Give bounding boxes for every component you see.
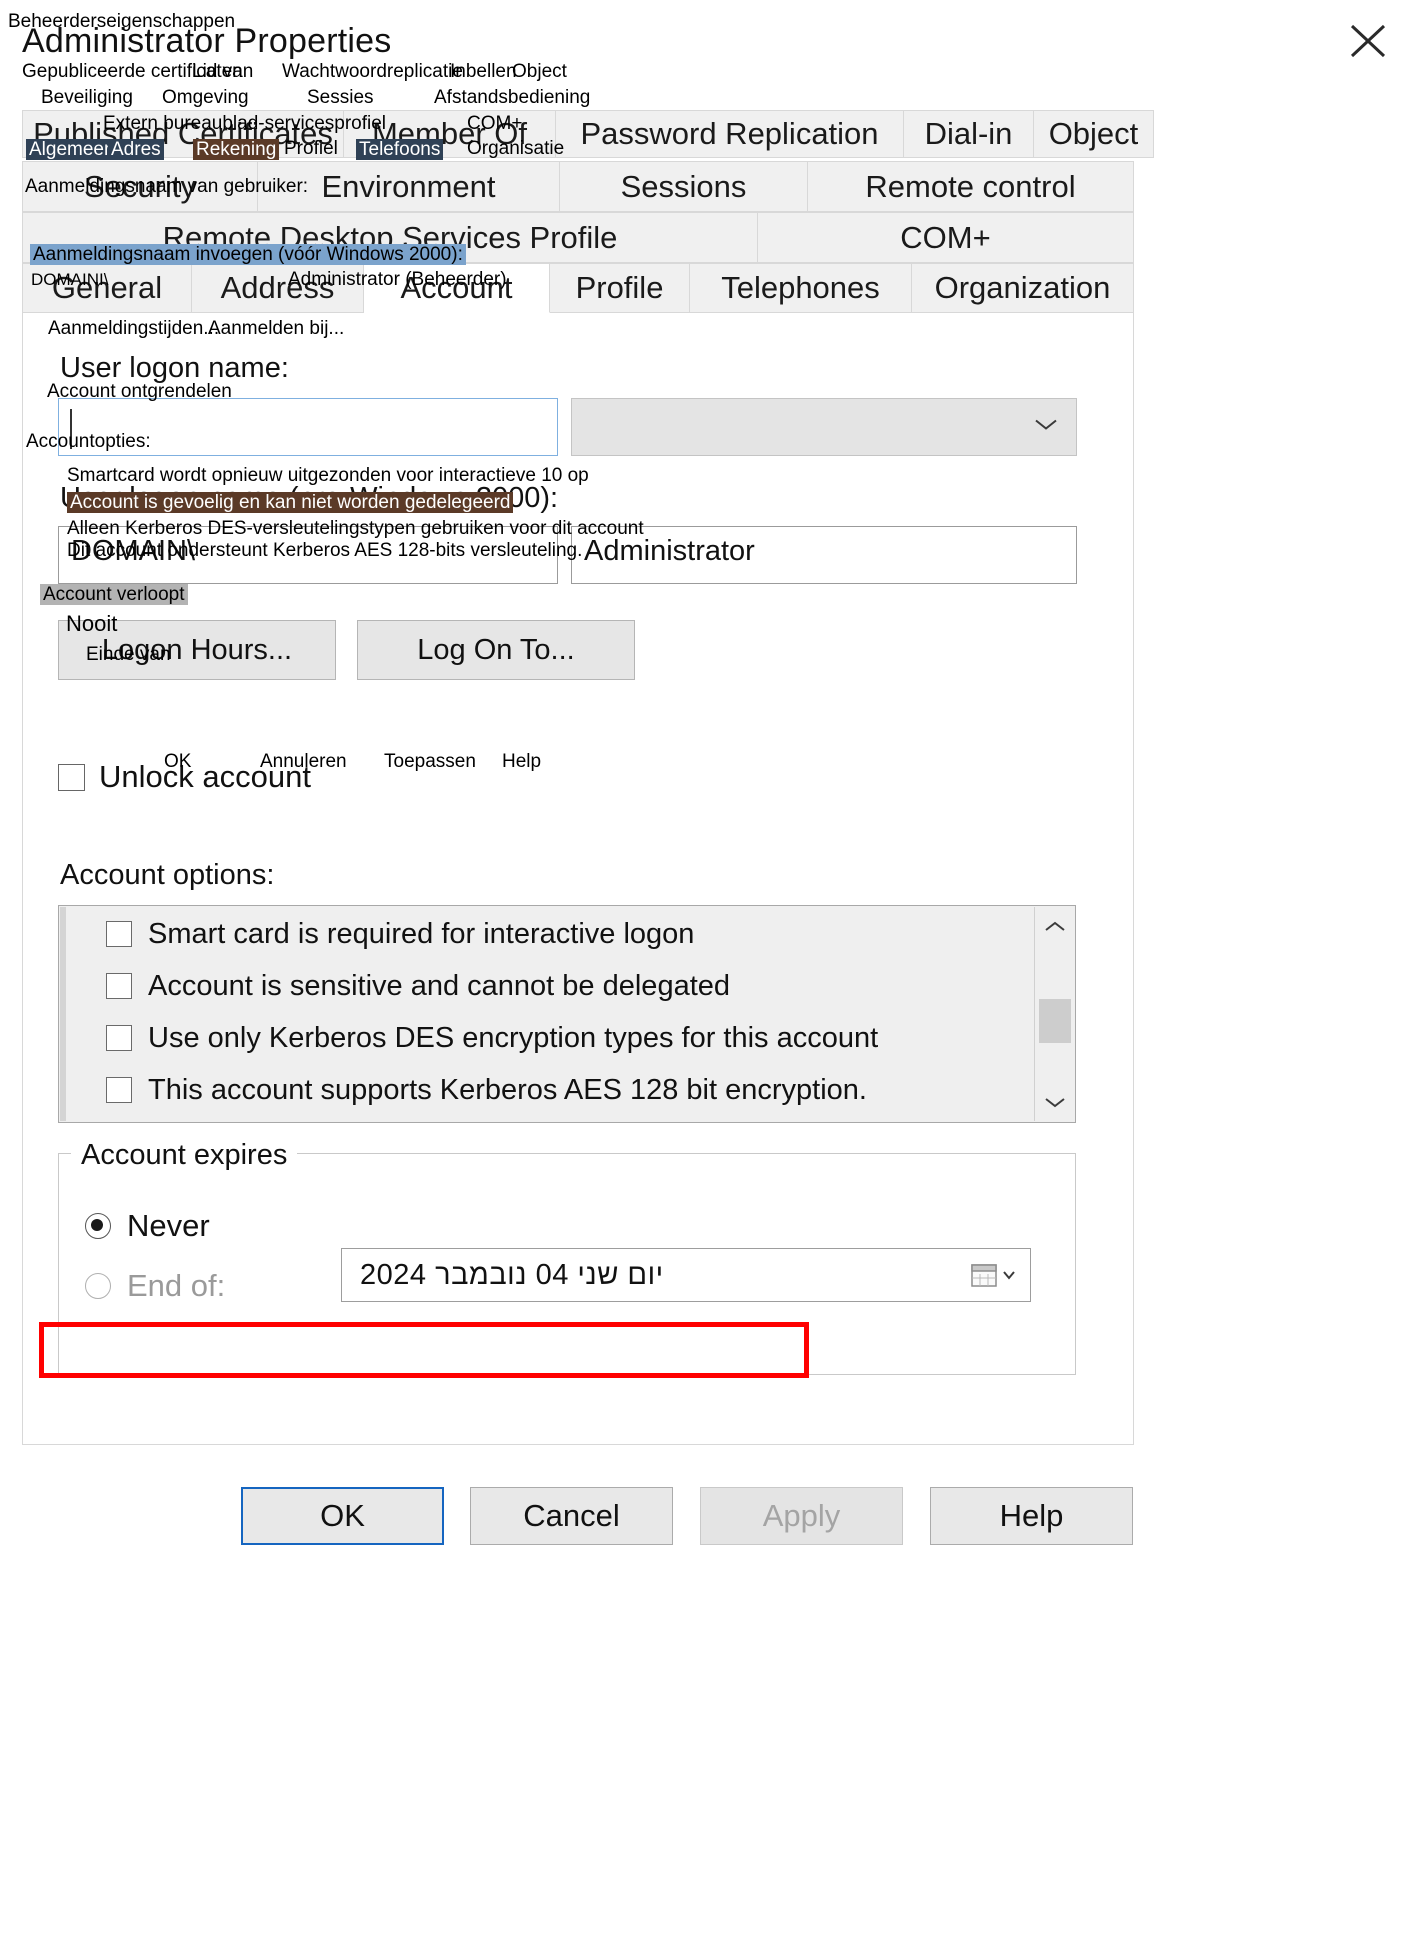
account-options-scrollbar[interactable] [1034,907,1074,1121]
overlay-text: Administrator (Beheerder) [288,269,507,290]
account-expires-date-picker[interactable]: יום שני 04 נובמבר 2024 [341,1248,1031,1302]
account-option-label: This account supports Kerberos AES 128 b… [148,1073,867,1106]
overlay-text: Aanmeldingstijden... [48,318,220,339]
overlay-text: Organisatie [467,138,565,159]
overlay-text: Aanmeldingsnaam van gebruiker: [25,176,309,197]
tab-organization[interactable]: Organization [912,263,1134,313]
overlay-text: Algemeen [26,139,118,160]
checkbox-box[interactable] [106,1077,132,1103]
radio-dot [85,1213,111,1239]
overlay-text: Beheerderseigenschappen [8,11,236,32]
checkbox-box[interactable] [106,1025,132,1051]
overlay-text: Aanmelden bij... [208,318,345,339]
overlay-text: Toepassen [384,751,476,772]
overlay-text: DOMAINI\ [31,270,109,289]
overlay-text: Wachtwoordreplicatie [282,61,463,82]
calendar-icon[interactable] [971,1262,1016,1288]
close-icon[interactable] [1340,16,1396,66]
tab-dial-in[interactable]: Dial-in [904,110,1034,158]
radio-dot [85,1273,111,1299]
account-option-label: Smart card is required for interactive l… [148,917,695,950]
chevron-down-icon[interactable] [1035,1083,1075,1121]
tab-com[interactable]: COM+ [758,212,1134,263]
account-options-items: Smart card is required for interactive l… [62,908,1017,1116]
overlay-text: Aanmeldingsnaam invoegen (vóór Windows 2… [30,244,466,265]
end-of-label: End of: [127,1268,226,1303]
overlay-text: Nooit [66,611,118,636]
never-label: Never [127,1208,210,1243]
account-expires-title: Account expires [71,1139,298,1172]
overlay-text: Account ontgrendelen [47,381,232,402]
overlay-text: Telefoons [356,139,444,160]
tab-object[interactable]: Object [1034,110,1154,158]
overlay-text: Inbellen [450,61,517,82]
account-options-list[interactable]: Smart card is required for interactive l… [58,905,1076,1123]
upn-suffix-select[interactable] [571,398,1077,456]
checkbox-box [58,763,85,791]
overlay-text: COM+ [467,113,523,134]
tab-password-replication[interactable]: Password Replication [556,110,904,158]
tab-remote-control[interactable]: Remote control [808,161,1134,212]
tab-row-3: General Address Account Profile Telephones Or… [22,263,1134,313]
cancel-button[interactable]: Cancel [470,1487,673,1545]
apply-button: Apply [700,1487,903,1545]
sam-account-name-input[interactable]: Administrator [571,526,1077,584]
overlay-text: Omgeving [162,87,249,108]
checkbox-box[interactable] [106,921,132,947]
overlay-text: Sessies [307,87,374,108]
account-expires-date-value: יום שני 04 נובמבר 2024 [360,1258,664,1291]
tab-profile[interactable]: Profile [550,263,690,313]
overlay-text: Lid van [192,61,254,82]
account-option-row[interactable]: Smart card is required for interactive l… [62,908,1017,960]
account-expires-end-of-radio[interactable]: End of: [85,1268,225,1304]
chevron-down-icon [1034,418,1058,437]
checkbox-box[interactable] [106,973,132,999]
tab-sessions[interactable]: Sessions [560,161,808,212]
overlay-text: Account verloopt [40,584,188,605]
overlay-text: Alleen Kerberos DES-versleutelingstypen … [67,518,644,539]
overlay-text: Afstandsbediening [434,87,591,108]
overlay-text: Account is gevoelig en kan niet worden g… [67,492,514,513]
account-option-label: Account is sensitive and cannot be deleg… [148,969,731,1002]
account-option-row[interactable]: This account supports Kerberos AES 128 b… [62,1064,1017,1116]
chevron-up-icon[interactable] [1035,907,1075,945]
overlay-text: Rekening [193,139,280,160]
overlay-text: Beveiliging [41,87,133,108]
ok-button[interactable]: OK [241,1487,444,1545]
overlay-text: Extern bureaublad-servicesprofiel [103,113,387,134]
overlay-text: Help [502,751,542,772]
dialog-button-bar: OK Cancel Apply Help [0,1487,1428,1557]
account-option-label: Use only Kerberos DES encryption types f… [148,1021,879,1054]
overlay-text: Annuleren [260,751,347,772]
overlay-text: Dit account ondersteunt Kerberos AES 128… [67,540,583,561]
overlay-text: Accountopties: [26,431,151,452]
scrollbar-thumb[interactable] [1039,999,1071,1043]
overlay-text: Adres [108,139,164,160]
account-options-label: Account options: [60,859,275,891]
overlay-text: Smartcard wordt opnieuw uitgezonden voor… [67,465,589,486]
overlay-text: Object [512,61,567,82]
account-expires-never-radio[interactable]: Never [85,1208,210,1244]
log-on-to-button[interactable]: Log On To... [357,620,635,680]
overlay-text: Einde van [86,644,171,665]
overlay-text: Profiel [284,138,338,159]
account-option-row[interactable]: Account is sensitive and cannot be deleg… [62,960,1017,1012]
overlay-text: OK [164,751,192,772]
help-button[interactable]: Help [930,1487,1133,1545]
chevron-down-icon [1003,1271,1015,1280]
account-option-row[interactable]: Use only Kerberos DES encryption types f… [62,1012,1017,1064]
tab-telephones[interactable]: Telephones [690,263,912,313]
